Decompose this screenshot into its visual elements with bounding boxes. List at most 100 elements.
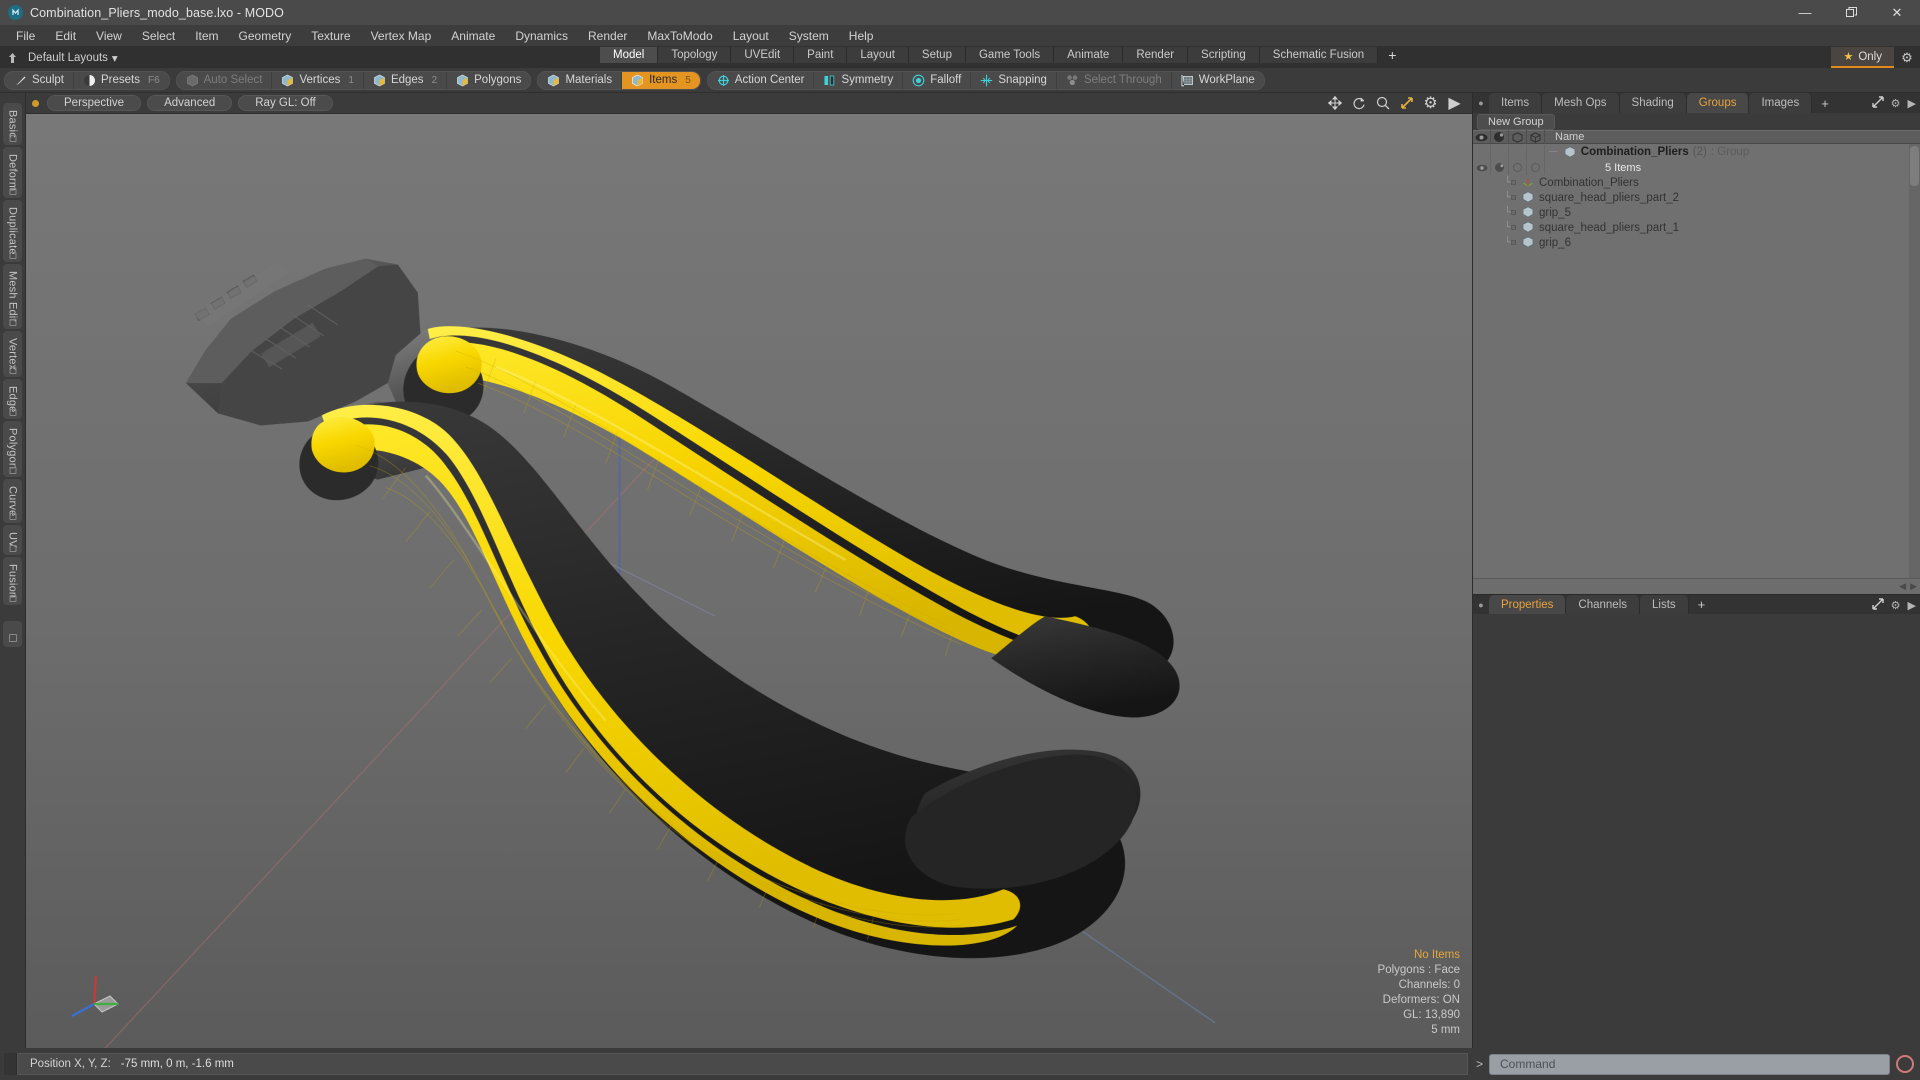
layout-gear-icon[interactable]: ⚙ (1894, 47, 1920, 68)
minimize-button[interactable]: — (1782, 0, 1828, 25)
layout-tab-animate[interactable]: Animate (1054, 47, 1124, 63)
menu-edit[interactable]: Edit (45, 27, 86, 45)
tab-shading[interactable]: Shading (1619, 93, 1687, 113)
new-group-button[interactable]: New Group (1477, 113, 1555, 130)
menu-render[interactable]: Render (578, 27, 637, 45)
only-toggle-button[interactable]: ★ Only (1831, 47, 1894, 68)
panel-menu-dot-icon[interactable]: ● (1473, 93, 1489, 113)
list-item[interactable]: └ square_head_pliers_part_1 (1473, 220, 1920, 235)
col-select-cube-solid-icon[interactable] (1527, 130, 1545, 144)
menu-maxtomodo[interactable]: MaxToModo (637, 27, 722, 45)
properties-chevron-right-icon[interactable]: ▶ (1908, 599, 1916, 612)
layout-expand-icon[interactable] (4, 50, 20, 66)
viewport-raygl-button[interactable]: Ray GL: Off (238, 95, 333, 111)
tool-tab-uv[interactable]: UV (3, 524, 22, 555)
tool-tab-deform[interactable]: Deform (3, 146, 22, 199)
falloff-button[interactable]: Falloff (903, 71, 972, 89)
command-record-icon[interactable] (1896, 1055, 1914, 1073)
group-lock-circle[interactable] (1509, 160, 1527, 175)
workplane-button[interactable]: WorkPlane (1172, 72, 1264, 89)
group-visibility-eye-icon[interactable] (1473, 160, 1491, 175)
tab-mesh-ops[interactable]: Mesh Ops (1542, 93, 1620, 113)
status-corner-handle[interactable] (4, 1053, 17, 1075)
tool-tab-fusion[interactable]: Fusion (3, 556, 22, 605)
materials-button[interactable]: Materials (538, 71, 623, 89)
tab-channels[interactable]: Channels (1566, 595, 1641, 614)
menu-layout[interactable]: Layout (723, 27, 779, 45)
row-select-toggle[interactable] (1527, 144, 1545, 160)
layout-tab-render[interactable]: Render (1123, 47, 1189, 63)
tree-collapse-toggle[interactable]: ─ (1549, 146, 1557, 158)
row-lock-toggle[interactable] (1509, 144, 1527, 160)
edges-button[interactable]: Edges 2 (364, 71, 448, 89)
presets-button[interactable]: Presets F6 (74, 72, 169, 89)
viewport-shading-button[interactable]: Advanced (147, 95, 233, 111)
tab-images[interactable]: Images (1749, 93, 1813, 113)
panel-maximize-icon[interactable] (1871, 95, 1884, 111)
table-row[interactable]: ─ Combination_Pliers (2) : Group (1473, 144, 1920, 160)
tool-tab-vertex[interactable]: Vertex (3, 330, 22, 377)
list-item[interactable]: └ Combination_Pliers (1473, 175, 1920, 190)
close-button[interactable]: ✕ (1874, 0, 1920, 25)
tool-tab-curve[interactable]: Curve (3, 478, 22, 523)
symmetry-button[interactable]: Symmetry (814, 71, 904, 89)
layout-tab-setup[interactable]: Setup (908, 47, 966, 63)
menu-texture[interactable]: Texture (301, 27, 360, 45)
add-properties-tab-button[interactable]: + (1689, 595, 1715, 614)
group-select-circle[interactable] (1527, 160, 1545, 175)
viewport-view-mode-button[interactable]: Perspective (47, 95, 142, 111)
move-icon[interactable] (1327, 96, 1342, 111)
layout-tab-scripting[interactable]: Scripting (1188, 47, 1260, 63)
layout-tab-game-tools[interactable]: Game Tools (965, 47, 1055, 63)
list-item[interactable]: └ grip_6 (1473, 235, 1920, 250)
layout-tab-schematic-fusion[interactable]: Schematic Fusion (1259, 47, 1379, 63)
action-center-button[interactable]: Action Center (708, 71, 815, 89)
gear-icon[interactable]: ⚙ (1423, 95, 1438, 112)
maximize-icon[interactable] (1399, 96, 1414, 111)
add-panel-tab-button[interactable]: + (1812, 93, 1838, 113)
layout-tab-model[interactable]: Model (600, 47, 659, 63)
menu-item[interactable]: Item (185, 27, 228, 45)
items-button[interactable]: Items 5 (622, 71, 700, 89)
add-layout-tab-button[interactable]: + (1378, 47, 1407, 63)
viewport-menu-dot-icon[interactable] (32, 99, 39, 107)
tool-tab-basic[interactable]: Basic (3, 103, 22, 145)
row-visibility-toggle[interactable] (1473, 144, 1491, 160)
menu-select[interactable]: Select (132, 27, 185, 45)
menu-system[interactable]: System (779, 27, 839, 45)
properties-menu-dot-icon[interactable]: ● (1473, 595, 1489, 614)
rotate-icon[interactable] (1351, 96, 1366, 111)
polygons-button[interactable]: Polygons (447, 72, 530, 89)
panel-gear-icon[interactable]: ⚙ (1891, 97, 1901, 110)
list-item[interactable]: └ grip_5 (1473, 205, 1920, 220)
tool-tab-polygon[interactable]: Polygon (3, 421, 22, 477)
properties-gear-icon[interactable]: ⚙ (1891, 599, 1901, 612)
panel-chevron-right-icon[interactable]: ▶ (1908, 97, 1916, 110)
properties-maximize-icon[interactable] (1871, 597, 1884, 613)
tool-tab-edge[interactable]: Edge (3, 378, 22, 420)
footer-chevron-right-icon[interactable]: ▶ (1910, 581, 1917, 592)
maximize-button[interactable] (1828, 0, 1874, 25)
menu-vertex-map[interactable]: Vertex Map (361, 27, 442, 45)
tool-tab-mesh-edit[interactable]: Mesh Edit (3, 263, 22, 329)
vertices-button[interactable]: Vertices 1 (272, 71, 364, 89)
tool-tab-duplicate[interactable]: Duplicate (3, 200, 22, 262)
tab-items[interactable]: Items (1489, 93, 1543, 113)
sculpt-button[interactable]: Sculpt (5, 71, 74, 89)
layout-tab-topology[interactable]: Topology (658, 47, 732, 63)
list-item[interactable]: └ square_head_pliers_part_2 (1473, 190, 1920, 205)
menu-view[interactable]: View (86, 27, 132, 45)
menu-file[interactable]: File (6, 27, 45, 45)
viewport-3d[interactable]: No Items Polygons : Face Channels: 0 Def… (26, 114, 1472, 1048)
tab-properties[interactable]: Properties (1489, 595, 1567, 614)
layout-tab-uvedit[interactable]: UVEdit (731, 47, 795, 63)
command-input[interactable]: Command (1489, 1053, 1890, 1075)
scrollbar-thumb[interactable] (1910, 146, 1919, 186)
menu-animate[interactable]: Animate (441, 27, 505, 45)
row-render-toggle[interactable] (1491, 144, 1509, 160)
col-visibility-eye-icon[interactable] (1473, 130, 1491, 144)
layout-tab-paint[interactable]: Paint (794, 47, 848, 63)
chevron-right-icon[interactable]: ▶ (1447, 95, 1462, 112)
group-list-body[interactable]: ─ Combination_Pliers (2) : Group 5 Items… (1473, 144, 1920, 578)
properties-panel-body[interactable] (1473, 614, 1920, 1048)
